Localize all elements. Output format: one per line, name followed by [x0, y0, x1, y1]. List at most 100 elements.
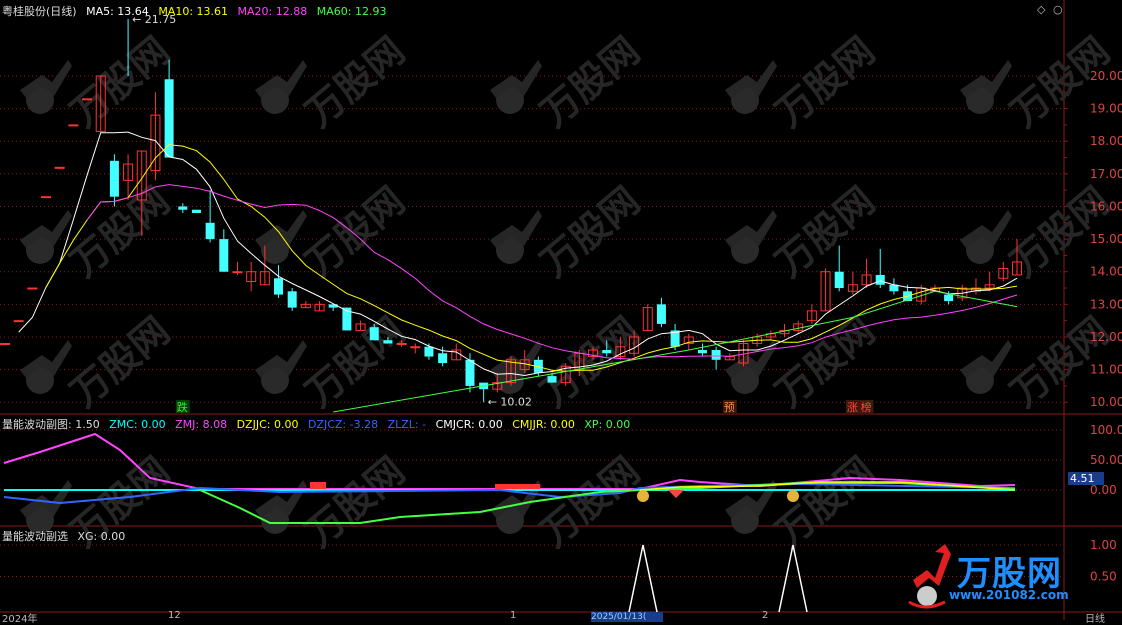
watermark-text: 万股网: [532, 178, 648, 285]
money-bag-icon: [637, 490, 649, 502]
chart-canvas: 万股网 万股网 万股网 万股网 万股网万股网 万股网 万股网 万股网 万股网万股网 万股网 万股网万…: [0, 0, 1122, 620]
watermark-text: 万股网: [297, 28, 413, 135]
signal-label: 涨: [847, 401, 858, 414]
stock-title: 粤桂股份(日线): [2, 5, 77, 18]
candle-body: [0, 342, 10, 345]
candle-body: [27, 287, 38, 290]
candle-body: [274, 278, 284, 295]
date-label-2024: 2024年: [2, 614, 38, 625]
panel2-tick-label: 100.0: [1090, 423, 1122, 437]
ma60-label: MA60: 12.93: [316, 5, 387, 18]
watermark-text: 万股网: [532, 28, 648, 135]
candle-body: [547, 376, 557, 383]
logo-url: www.201082.com: [949, 588, 1069, 602]
cmjcr-label: CMJCR: 0.00: [435, 418, 503, 431]
price-tick-label: 10.00: [1090, 395, 1122, 409]
period-label: 日线: [1085, 614, 1105, 625]
watermark-text: 万股网: [297, 178, 413, 285]
watermark-text: 万股网: [767, 28, 883, 135]
zmj-label: ZMJ: 8.08: [175, 418, 228, 431]
cmjjr-label: CMJJR: 0.00: [512, 418, 575, 431]
zmc-bar: [310, 482, 326, 489]
candle-body: [656, 304, 666, 324]
candle-body: [396, 342, 407, 345]
candle-body: [109, 160, 119, 197]
circle-icon[interactable]: ○: [1053, 3, 1063, 16]
candle-body: [410, 346, 421, 349]
candle-body: [834, 271, 844, 289]
candle-body: [465, 359, 475, 386]
price-tick-label: 15.00: [1090, 232, 1122, 246]
date-label-12: 12: [168, 610, 181, 621]
ma60-line: [333, 290, 1018, 413]
candle-body: [205, 222, 215, 240]
panel2-tick-label: 50.00: [1090, 453, 1122, 467]
candle-body: [711, 350, 721, 360]
date-label-1: 1: [510, 610, 517, 621]
price-tick-label: 17.00: [1090, 167, 1122, 181]
signal-label: 跌: [177, 400, 188, 414]
candle-body: [232, 271, 243, 274]
price-tick-label: 19.00: [1090, 102, 1122, 116]
panel3-legend: 量能波动副选 XG: 0.00: [2, 528, 131, 544]
dzjjc-label: DZJJC: 0.00: [236, 418, 299, 431]
xg-signal-spike: [628, 544, 658, 613]
candle-body: [438, 353, 448, 364]
candle-body: [424, 346, 434, 357]
date-label-2: 2: [762, 610, 769, 621]
dzjcz-label: DZJCZ: -3.28: [307, 418, 379, 431]
panel3-lines: [628, 544, 808, 613]
panel2-legend: 量能波动副图: 1.50 ZMC: 0.00 ZMJ: 8.08 DZJJC: …: [2, 416, 636, 432]
candle-body: [54, 166, 65, 169]
ma5-label: MA5: 13.64: [86, 5, 149, 18]
candle-body: [164, 79, 174, 158]
watermark-text: 万股网: [532, 448, 648, 555]
zmc-label: ZMC: 0.00: [109, 418, 166, 431]
price-tick-label: 12.00: [1090, 330, 1122, 344]
zmc-bar: [495, 484, 540, 489]
money-bag-icon: [787, 490, 799, 502]
signal-label: 榜: [861, 400, 872, 414]
candle-body: [219, 239, 229, 272]
price-tick-label: 14.00: [1090, 265, 1122, 279]
price-tick-label: 16.00: [1090, 199, 1122, 213]
candle-body: [383, 340, 393, 344]
watermark-text: 万股网: [532, 308, 648, 415]
zlzl-label: ZLZL: -: [387, 418, 427, 431]
panel3-title: 量能波动副选: [2, 530, 68, 543]
watermark-text: 万股网: [297, 448, 413, 555]
panel2-current-value: 4.51: [1070, 472, 1095, 485]
panel2-item-0: : 1.50: [68, 418, 100, 431]
price-tick-label: 13.00: [1090, 297, 1122, 311]
watermark-text: 万股网: [62, 308, 178, 415]
candle-body: [191, 209, 201, 213]
candle-body: [287, 291, 297, 308]
xp-label: XP: 0.00: [584, 418, 631, 431]
candle-body: [41, 196, 52, 199]
watermark-text: 万股网: [297, 308, 413, 415]
candle-body: [944, 294, 954, 302]
watermark-text: 万股网: [62, 28, 178, 135]
diamond-gem-icon: [668, 490, 684, 498]
price-tick-label: 18.00: [1090, 134, 1122, 148]
panel2-tick-label: 0.00: [1090, 483, 1117, 497]
site-logo: 万股网 www.201082.com: [905, 540, 1105, 614]
candle-body: [602, 350, 612, 354]
candle-body: [875, 274, 885, 285]
main-legend: 粤桂股份(日线) MA5: 13.64 MA10: 13.61 MA20: 12…: [2, 3, 392, 19]
date-badge: 2025/01/13(: [591, 612, 663, 622]
candle-body: [178, 206, 188, 210]
ma20-label: MA20: 12.88: [237, 5, 308, 18]
diamond-icon[interactable]: ◇: [1037, 3, 1045, 16]
price-tick-label: 20.00: [1090, 69, 1122, 83]
panel2-title: 量能波动副图: [2, 418, 68, 431]
xg-signal-spike: [778, 544, 808, 613]
candle-body: [82, 98, 93, 101]
xg-label: XG: 0.00: [77, 530, 126, 543]
price-tick-label: 11.00: [1090, 363, 1122, 377]
watermarks: 万股网 万股网 万股网 万股网 万股网万股网 万股网 万股网 万股网 万股网万股网 万股网 万股网万…: [20, 28, 1118, 555]
logo-bull-icon: [908, 544, 951, 609]
ma10-label: MA10: 13.61: [158, 5, 229, 18]
signal-label: 预: [724, 401, 735, 414]
low-price-label: ← 10.02: [488, 396, 532, 409]
